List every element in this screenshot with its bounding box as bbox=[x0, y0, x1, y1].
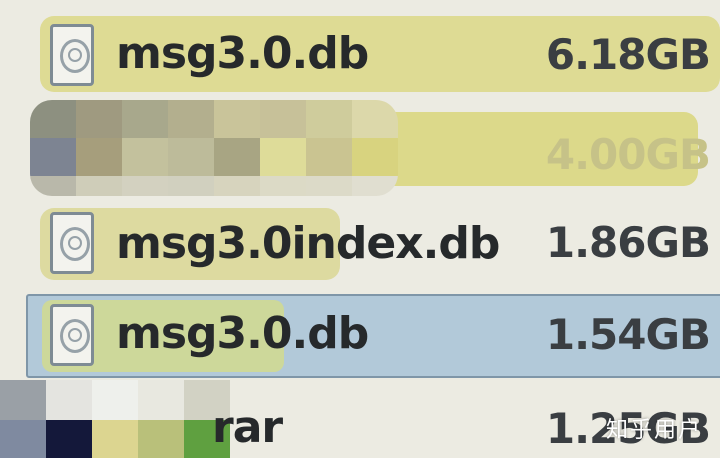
database-file-icon bbox=[50, 212, 94, 274]
file-name: rar bbox=[212, 402, 283, 453]
file-name: msg3.0.db bbox=[116, 308, 369, 359]
file-row-selected[interactable]: msg3.0.db 1.54GB bbox=[0, 294, 720, 380]
file-name: msg3.0index.db bbox=[116, 218, 500, 269]
file-row[interactable]: msg3.0index.db 1.86GB bbox=[0, 200, 720, 290]
file-size: 4.00GB bbox=[545, 130, 711, 179]
file-size: 1.86GB bbox=[545, 218, 711, 267]
database-file-icon bbox=[50, 24, 94, 86]
pixelated-censor-block bbox=[0, 380, 230, 458]
file-name: msg3.0.db bbox=[116, 28, 369, 79]
database-file-icon bbox=[50, 304, 94, 366]
file-list: msg3.0.db 6.18GB 4.00GB msg3.0index.db 1… bbox=[0, 0, 720, 458]
file-row[interactable]: msg3.0.db 6.18GB bbox=[0, 14, 720, 94]
pixelated-censor-block bbox=[30, 100, 398, 196]
file-size: 1.54GB bbox=[545, 310, 711, 359]
file-size: 6.18GB bbox=[545, 30, 711, 79]
watermark: 知乎用户 bbox=[605, 418, 702, 443]
file-row[interactable]: 4.00GB bbox=[0, 100, 720, 196]
